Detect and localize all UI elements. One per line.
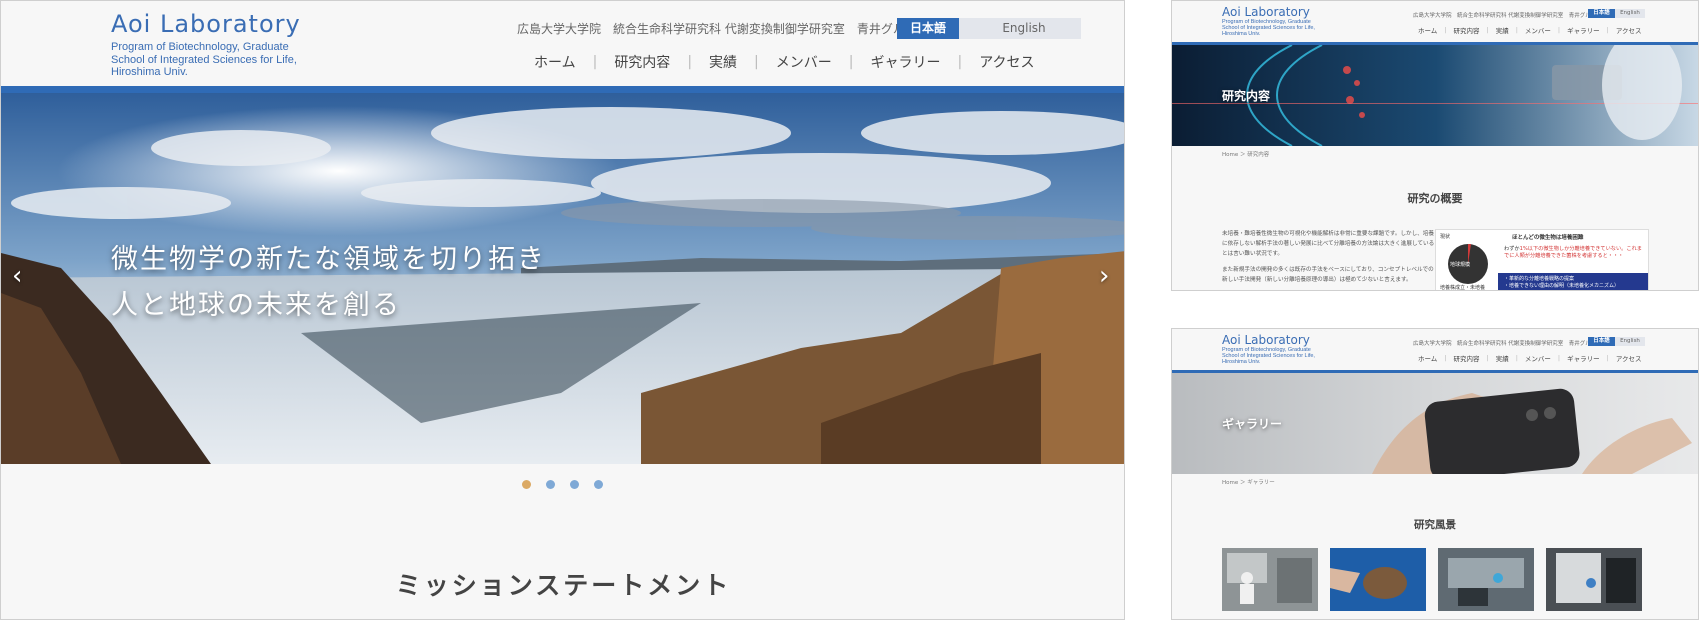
nav-achievements[interactable]: 実績	[1489, 25, 1516, 35]
nav-members[interactable]: メンバー	[1518, 353, 1558, 363]
carousel-next-icon[interactable]: ›	[1099, 261, 1109, 291]
site-logo[interactable]: Aoi Laboratory	[1222, 5, 1310, 19]
nav-achievements[interactable]: 実績	[1489, 353, 1516, 363]
main-nav: ホーム | 研究内容 | 実績 | メンバー | ギャラリー | アクセス	[1418, 25, 1649, 35]
gallery-thumbnail[interactable]	[1546, 548, 1642, 611]
nav-research[interactable]: 研究内容	[1447, 25, 1487, 35]
breadcrumb[interactable]: Home ＞ ギャラリー	[1222, 478, 1275, 486]
banner-title: 研究内容	[1222, 89, 1271, 103]
gallery-thumbnail[interactable]	[1330, 548, 1426, 611]
carousel-dot[interactable]	[522, 480, 531, 489]
site-logo[interactable]: Aoi Laboratory	[111, 10, 301, 38]
hero-headline-line: 人と地球の未来を創る	[111, 290, 401, 321]
logo-subtitle-line: School of Integrated Sciences for Life,	[111, 53, 297, 66]
homepage-screenshot: Aoi Laboratory Program of Biotechnology,…	[0, 0, 1125, 620]
affiliation-text: 広島大学大学院 統合生命科学研究科 代謝変換制御学研究室 青井グループ	[517, 22, 929, 36]
gallery-grid	[1222, 548, 1642, 611]
hero-landscape-image	[1, 93, 1124, 464]
lang-japanese-button[interactable]: 日本語	[897, 18, 959, 39]
nav-home[interactable]: ホーム	[1418, 25, 1444, 35]
nav-home[interactable]: ホーム	[1418, 353, 1444, 363]
logo-subtitle-line: Hiroshima Univ.	[111, 66, 188, 78]
mission-heading: ミッションステートメント	[395, 571, 732, 600]
figure-label: 現状	[1440, 234, 1451, 240]
figure-note-highlight: 1%以下の微生物しか分離培養できていない。これまでに人類が分離培養できた菌株を考…	[1504, 246, 1642, 259]
gallery-photo	[1222, 548, 1318, 611]
section-heading: 研究風景	[1414, 519, 1456, 531]
hero-carousel[interactable]: 微生物学の新たな領域を切り拓き 人と地球の未来を創る ‹ ›	[1, 93, 1124, 464]
gallery-photo	[1330, 548, 1426, 611]
carousel-dot[interactable]	[594, 480, 603, 489]
nav-achievements[interactable]: 実績	[692, 52, 754, 72]
research-page-screenshot: Aoi Laboratory Program of Biotechnology,…	[1171, 0, 1699, 291]
lang-english-button[interactable]: English	[1615, 337, 1645, 346]
figure-note-prefix: わずか	[1504, 246, 1520, 252]
nav-access[interactable]: アクセス	[1609, 25, 1649, 35]
gallery-photo	[1438, 548, 1534, 611]
carousel-prev-icon[interactable]: ‹	[12, 261, 22, 291]
site-logo[interactable]: Aoi Laboratory	[1222, 333, 1310, 347]
main-nav: ホーム | 研究内容 | 実績 | メンバー | ギャラリー | アクセス	[1418, 353, 1649, 363]
carousel-dot[interactable]	[546, 480, 555, 489]
figure-summary-line: ・培養できない理由の解明（未培養化メカニズム）	[1504, 282, 1620, 289]
figure-title: ほとんどの微生物は培養困難	[1512, 235, 1584, 241]
nav-access[interactable]: アクセス	[962, 52, 1051, 72]
gallery-thumbnail[interactable]	[1222, 548, 1318, 611]
gallery-page-screenshot: Aoi Laboratory Program of Biotechnology,…	[1171, 328, 1699, 620]
banner-title: ギャラリー	[1222, 417, 1283, 431]
gallery-thumbnail[interactable]	[1438, 548, 1534, 611]
figure-label: 培養株成立・未培養	[1440, 285, 1486, 291]
nav-members[interactable]: メンバー	[759, 52, 849, 72]
nav-gallery[interactable]: ギャラリー	[1560, 25, 1607, 35]
section-heading: 研究の概要	[1407, 192, 1463, 205]
logo-subtitle: Program of Biotechnology, Graduate Schoo…	[111, 41, 297, 79]
research-paragraph: 未培養・難培養性微生物の可視化や機能解析は非常に重要な課題です。しかし、培養に依…	[1222, 231, 1435, 257]
research-figure: 現状 地球規模 培養株成立・未培養 ほとんどの微生物は培養困難 わずか1%以下の…	[1435, 229, 1649, 291]
nav-gallery[interactable]: ギャラリー	[1560, 353, 1607, 363]
figure-summary-box: ・革新的な分離培養戦略の提案 ・培養できない理由の解明（未培養化メカニズム）	[1498, 273, 1648, 290]
breadcrumb[interactable]: Home ＞ 研究内容	[1222, 150, 1269, 158]
nav-research[interactable]: 研究内容	[597, 52, 687, 72]
affiliation-text: 広島大学大学院 統合生命科学研究科 代謝変換制御学研究室 青井グループ	[1413, 13, 1602, 19]
figure-note: わずか1%以下の微生物しか分離培養できていない。これまでに人類が分離培養できた菌…	[1504, 246, 1644, 260]
carousel-dot[interactable]	[570, 480, 579, 489]
lang-english-button[interactable]: English	[959, 18, 1081, 39]
main-nav: ホーム | 研究内容 | 実績 | メンバー | ギャラリー | アクセス	[534, 52, 1052, 72]
gallery-banner: ギャラリー	[1172, 373, 1698, 474]
language-switcher: 日本語 English	[1588, 9, 1645, 18]
hero-headline-line: 微生物学の新たな領域を切り拓き	[111, 244, 546, 275]
language-switcher: 日本語 English	[1588, 337, 1645, 346]
nav-members[interactable]: メンバー	[1518, 25, 1558, 35]
nav-access[interactable]: アクセス	[1609, 353, 1649, 363]
logo-subtitle: Program of Biotechnology, Graduate Schoo…	[1222, 347, 1315, 366]
language-switcher: 日本語 English	[897, 18, 1081, 39]
nav-home[interactable]: ホーム	[534, 52, 593, 72]
logo-subtitle: Program of Biotechnology, Graduate Schoo…	[1222, 19, 1315, 38]
research-banner: 研究内容	[1172, 45, 1698, 146]
affiliation-text: 広島大学大学院 統合生命科学研究科 代謝変換制御学研究室 青井グループ	[1413, 341, 1602, 347]
lang-japanese-button[interactable]: 日本語	[1588, 337, 1615, 346]
nav-gallery[interactable]: ギャラリー	[853, 52, 957, 72]
research-paragraph: また新規手法の開発の多くは既存の手法をベースにしており、コンセプトレベルでの新し…	[1222, 267, 1434, 283]
figure-label: 地球規模	[1450, 262, 1471, 268]
lang-english-button[interactable]: English	[1615, 9, 1645, 18]
logo-subtitle-line: Hiroshima Univ.	[1222, 359, 1261, 366]
gallery-photo	[1546, 548, 1642, 611]
logo-subtitle-line: Program of Biotechnology, Graduate	[111, 41, 289, 53]
lang-japanese-button[interactable]: 日本語	[1588, 9, 1615, 18]
logo-subtitle-line: Hiroshima Univ.	[1222, 31, 1261, 38]
carousel-pagination	[522, 480, 603, 489]
nav-research[interactable]: 研究内容	[1447, 353, 1487, 363]
header-divider	[1, 86, 1124, 93]
